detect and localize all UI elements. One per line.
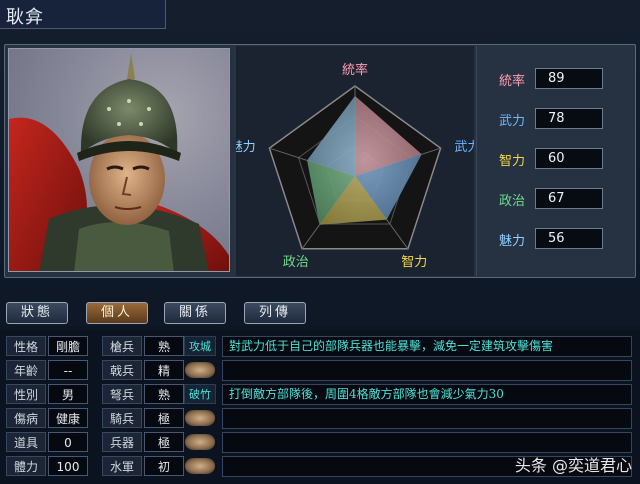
skill-description: 打倒敵方部隊後，周圍4格敵方部隊也會減少氣力30 <box>222 384 632 405</box>
attribute-radar: 統率武力智力 政治 魅力 <box>230 46 481 276</box>
tab-1[interactable]: 個人 <box>86 302 148 324</box>
officer-name: 耿弇 <box>0 0 166 29</box>
aptitude-label: 騎兵 <box>102 408 142 428</box>
personal-label: 道具 <box>6 432 46 452</box>
personal-value: 0 <box>48 432 88 452</box>
tab-0[interactable]: 狀態 <box>6 302 68 324</box>
skill-description: 對武力低于自己的部隊兵器也能暴擊，減免一定建筑攻擊傷害 <box>222 336 632 357</box>
aptitude-label: 弩兵 <box>102 384 142 404</box>
stat-label: 武力 <box>498 114 525 129</box>
skill-description <box>222 408 632 429</box>
skill-slot-empty[interactable] <box>185 434 215 450</box>
skill-slot-empty[interactable] <box>185 458 215 474</box>
radar-label: 武力 <box>454 140 474 155</box>
watermark: 头条 @奕道君心 <box>514 456 632 475</box>
tab-2[interactable]: 關係 <box>164 302 226 324</box>
skill-slot-empty[interactable] <box>185 362 215 378</box>
radar-label: 政治 <box>283 255 309 270</box>
aptitude-label: 槍兵 <box>102 336 142 356</box>
aptitude-value: 熟 <box>144 384 184 404</box>
personal-value: 健康 <box>48 408 88 428</box>
personal-value: -- <box>48 360 88 380</box>
personal-value: 剛膽 <box>48 336 88 356</box>
aptitude-label: 水軍 <box>102 456 142 476</box>
aptitude-label: 兵器 <box>102 432 142 452</box>
stat-value: 78 <box>535 108 603 129</box>
skill-slot-empty[interactable] <box>185 410 215 426</box>
stat-value: 89 <box>535 68 603 89</box>
stat-label: 魅力 <box>498 234 525 249</box>
radar-label: 統率 <box>342 62 368 78</box>
personal-label: 體力 <box>6 456 46 476</box>
tab-3[interactable]: 列傳 <box>244 302 306 324</box>
skill-name[interactable]: 攻城 <box>184 336 216 356</box>
radar-chart: 統率武力智力 政治 魅力 <box>230 62 481 270</box>
personal-label: 性格 <box>6 336 46 356</box>
personal-value: 男 <box>48 384 88 404</box>
skill-name[interactable]: 破竹 <box>184 384 216 404</box>
portrait-illustration <box>9 49 229 271</box>
personal-label: 傷病 <box>6 408 46 428</box>
stat-value: 67 <box>535 188 603 209</box>
stat-value: 60 <box>535 148 603 169</box>
personal-value: 100 <box>48 456 88 476</box>
personal-label: 性別 <box>6 384 46 404</box>
aptitude-value: 極 <box>144 432 184 452</box>
aptitude-value: 熟 <box>144 336 184 356</box>
radar-label: 魅力 <box>236 140 256 155</box>
stat-value: 56 <box>535 228 603 249</box>
skill-description <box>222 360 632 381</box>
aptitude-label: 戟兵 <box>102 360 142 380</box>
skill-description <box>222 432 632 453</box>
stat-label: 智力 <box>498 154 525 169</box>
personal-label: 年齡 <box>6 360 46 380</box>
aptitude-value: 精 <box>144 360 184 380</box>
radar-label: 智力 <box>401 255 427 270</box>
aptitude-value: 初 <box>144 456 184 476</box>
officer-portrait <box>8 48 230 272</box>
stat-label: 統率 <box>498 74 525 89</box>
aptitude-value: 極 <box>144 408 184 428</box>
stat-label: 政治 <box>498 194 525 209</box>
